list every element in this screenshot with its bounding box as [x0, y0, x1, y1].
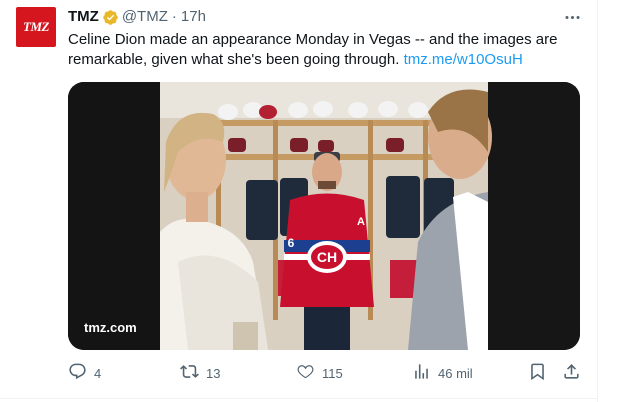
avatar[interactable]: TMZ — [16, 7, 56, 47]
jersey-logo-text: CH — [317, 249, 337, 265]
handle[interactable]: @TMZ — [122, 7, 168, 27]
more-icon[interactable] — [562, 7, 582, 27]
reply-icon — [68, 362, 87, 384]
jersey-number: 6 — [288, 236, 295, 250]
views-icon — [412, 362, 431, 384]
share-icon — [562, 362, 581, 384]
views-count: 46 mil — [438, 365, 473, 381]
right-border — [597, 0, 598, 402]
like-count: 115 — [322, 365, 343, 381]
tweet-link[interactable]: tmz.me/w10OsuH — [404, 51, 523, 68]
separator-dot: · — [171, 8, 177, 25]
timestamp[interactable]: 17h — [181, 7, 206, 27]
jersey-captain-letter: A — [357, 216, 365, 228]
video-frame: CH A 6 — [68, 82, 580, 350]
tweet-header: TMZ @TMZ · 17h — [68, 7, 206, 27]
reply-button[interactable]: 4 — [68, 362, 101, 384]
verified-badge-icon[interactable] — [102, 9, 119, 26]
views-button[interactable]: 46 mil — [412, 362, 473, 384]
action-bar: 4 13 115 46 mil — [68, 362, 583, 384]
bottom-border — [0, 398, 598, 399]
like-button[interactable]: 115 — [296, 362, 343, 384]
avatar-logo-text: TMZ — [23, 19, 49, 34]
tweet-text: Celine Dion made an appearance Monday in… — [68, 30, 583, 70]
media-watermark: tmz.com — [84, 320, 137, 335]
reply-count: 4 — [94, 365, 102, 381]
display-name[interactable]: TMZ — [68, 7, 99, 27]
like-icon — [296, 362, 315, 384]
share-button[interactable] — [562, 362, 581, 384]
bookmark-button[interactable] — [528, 362, 547, 384]
retweet-icon — [180, 362, 199, 384]
tweet-media-video[interactable]: CH A 6 tmz.com — [68, 82, 580, 350]
bookmark-icon — [528, 362, 547, 384]
retweet-count: 13 — [206, 365, 221, 381]
retweet-button[interactable]: 13 — [180, 362, 220, 384]
